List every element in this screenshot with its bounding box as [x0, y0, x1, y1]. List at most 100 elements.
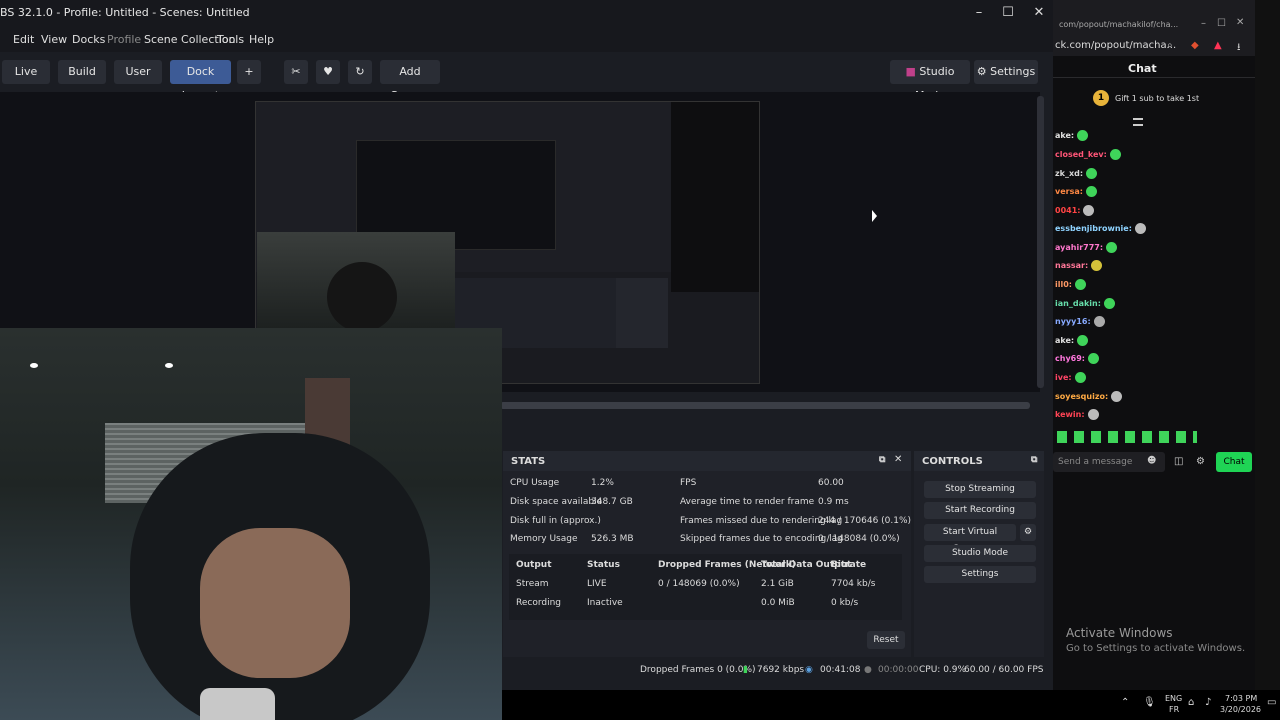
chat-message: versa:	[1055, 186, 1097, 197]
reset-button[interactable]: Reset	[867, 631, 905, 649]
output-table: Output Status Dropped Frames (Network) T…	[509, 554, 902, 620]
bits-icon[interactable]: ◫	[1174, 456, 1183, 467]
chat-message: zk_xd:	[1055, 168, 1098, 179]
broadcast-icon: ◉	[805, 665, 813, 675]
menu-docks[interactable]: Docks	[72, 33, 105, 46]
gear-icon[interactable]: ⚙	[1196, 456, 1205, 467]
settings-button[interactable]: ⚙ Settings	[974, 60, 1038, 84]
chat-collapse-icon[interactable]	[1133, 118, 1143, 126]
ceiling-light	[165, 363, 173, 368]
activate-windows-subtitle: Go to Settings to activate Windows.	[1066, 643, 1246, 654]
taskbar-tray: ⌃ 🎙 ENG FR ⌂ ♪ 7:03 PM 3/20/2026 ▭	[1053, 690, 1280, 720]
live-button[interactable]: Live	[2, 60, 50, 84]
table-cell: 0 kb/s	[831, 598, 859, 608]
chat-message: ayahir777:	[1055, 242, 1118, 253]
start-recording-button[interactable]: Start Recording	[924, 502, 1036, 519]
brave-shield-icon[interactable]: ◆	[1191, 40, 1199, 51]
table-header: Bitrate	[831, 560, 867, 570]
memory-label: Memory Usage	[510, 534, 578, 544]
chat-message: ake:	[1055, 130, 1089, 141]
microphone-icon[interactable]: 🎙	[1143, 697, 1156, 708]
user-button[interactable]: User	[114, 60, 162, 84]
chat-input[interactable]: Send a message ☻	[1053, 452, 1165, 472]
maximize-icon[interactable]: ☐	[999, 4, 1017, 22]
add-layout-button[interactable]: +	[237, 60, 261, 84]
cpu-value: 1.2%	[591, 478, 614, 488]
settings-button[interactable]: Settings	[924, 566, 1036, 583]
gift-icon[interactable]: 1	[1093, 90, 1109, 106]
studio-mode-button[interactable]: ■ Studio Mode	[890, 60, 970, 102]
float-icon[interactable]: ⧉	[879, 455, 885, 465]
add-canvas-button[interactable]: Add Canvas	[380, 60, 440, 102]
close-icon[interactable]: ✕	[1030, 4, 1048, 22]
build-button[interactable]: Build	[58, 60, 106, 84]
menu-profile[interactable]: Profile	[107, 33, 141, 46]
float-icon[interactable]: ⧉	[1031, 455, 1037, 465]
clock-date[interactable]: 3/20/2026	[1220, 705, 1261, 714]
background-window-edge	[1255, 0, 1280, 690]
notification-icon[interactable]: ▭	[1267, 697, 1276, 708]
person-silhouette	[327, 262, 397, 328]
chat-message: ill0:	[1055, 279, 1086, 290]
emoji-icon[interactable]: ☻	[1147, 456, 1156, 466]
search-icon[interactable]: ⌕	[1167, 40, 1173, 51]
table-cell: 0.0 MiB	[761, 598, 795, 608]
volume-icon[interactable]: ♪	[1205, 697, 1211, 708]
browser-bar: com/popout/machakilof/cha... – ☐ ✕ ck.co…	[1053, 0, 1255, 56]
table-header: Status	[587, 560, 620, 570]
cpu-label: CPU Usage	[510, 478, 560, 488]
gear-icon: ⚙	[976, 65, 987, 78]
chat-message: ake:	[1055, 335, 1089, 346]
language-region[interactable]: FR	[1169, 705, 1179, 714]
gear-icon[interactable]: ⚙	[1020, 524, 1036, 541]
table-header: Output	[516, 560, 552, 570]
chat-send-button[interactable]: Chat	[1216, 452, 1252, 472]
frames-missed-value: 244 / 170646 (0.1%)	[818, 516, 912, 526]
minimize-icon[interactable]: –	[970, 4, 988, 22]
cpu-status: CPU: 0.9%	[919, 665, 967, 675]
download-icon[interactable]: ⭳	[1237, 40, 1241, 57]
start-virtual-camera-button[interactable]: Start Virtual Camera	[924, 524, 1016, 554]
maximize-icon[interactable]: ☐	[1217, 18, 1226, 29]
chat-message: ian_dakin:	[1055, 298, 1115, 309]
controls-title: CONTROLS	[922, 456, 983, 467]
memory-value: 526.3 MB	[591, 534, 634, 544]
render-time-label: Average time to render frame	[680, 497, 815, 507]
activate-windows-title: Activate Windows	[1066, 626, 1173, 640]
cursor-icon	[872, 210, 877, 222]
fps-label: FPS	[680, 478, 697, 488]
table-cell: 7704 kb/s	[831, 579, 876, 589]
studio-mode-icon: ■	[905, 65, 916, 78]
nested-controls	[616, 278, 668, 348]
chat-message: chy69:	[1055, 353, 1099, 364]
menu-view[interactable]: View	[41, 33, 67, 46]
studio-mode-button[interactable]: Studio Mode	[924, 545, 1036, 562]
preview-scrollbar-vertical[interactable]	[1037, 96, 1044, 388]
gift-sub-text[interactable]: Gift 1 sub to take 1st	[1115, 94, 1199, 103]
dropped-frames-status: Dropped Frames 0 (0.0%)	[640, 665, 756, 675]
chevron-up-icon[interactable]: ⌃	[1121, 697, 1129, 708]
brave-rewards-icon[interactable]: ▲	[1214, 40, 1222, 51]
menu-tools[interactable]: Tools	[217, 33, 244, 46]
chat-message: 0041:	[1055, 205, 1095, 216]
bitrate-status: 7692 kbps	[757, 665, 805, 675]
controls-header: CONTROLS ⧉	[914, 451, 1044, 471]
network-icon[interactable]: ⌂	[1188, 697, 1194, 708]
emote-row	[1057, 431, 1197, 443]
chat-window: com/popout/machakilof/cha... – ☐ ✕ ck.co…	[1053, 0, 1255, 690]
menu-edit[interactable]: Edit	[13, 33, 34, 46]
close-icon[interactable]: ✕	[894, 454, 902, 465]
ceiling-light	[30, 363, 38, 368]
preview-scrollbar-horizontal[interactable]	[500, 402, 1030, 409]
heart-icon[interactable]: ♥	[316, 60, 340, 84]
minimize-icon[interactable]: –	[1201, 18, 1206, 29]
close-icon[interactable]: ✕	[1236, 17, 1244, 28]
menu-help[interactable]: Help	[249, 33, 274, 46]
clock-time[interactable]: 7:03 PM	[1225, 694, 1257, 703]
tools-icon[interactable]: ✂	[284, 60, 308, 84]
language-code[interactable]: ENG	[1165, 694, 1182, 703]
stop-streaming-button[interactable]: Stop Streaming	[924, 481, 1036, 498]
refresh-icon[interactable]: ↻	[348, 60, 372, 84]
dock-layout-button[interactable]: Dock Layout	[170, 60, 231, 102]
address-bar[interactable]: ck.com/popout/macha...	[1055, 40, 1176, 51]
